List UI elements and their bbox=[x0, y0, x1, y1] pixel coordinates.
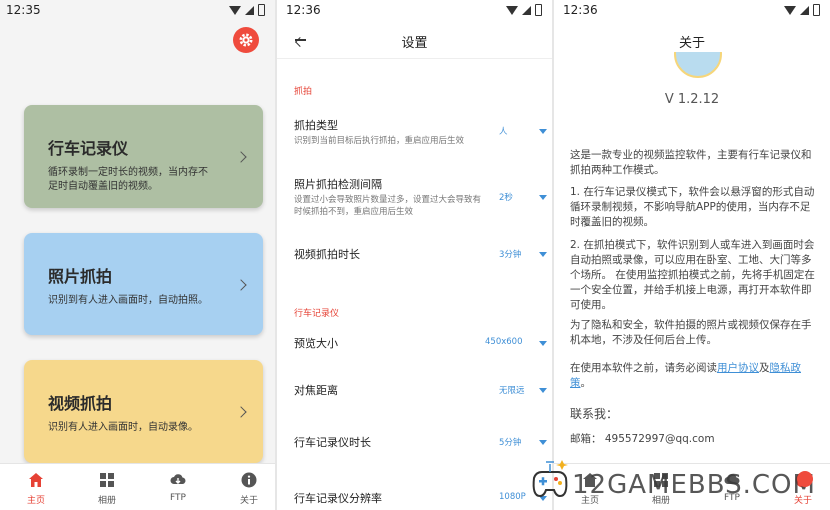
status-time: 12:36 bbox=[286, 3, 321, 17]
card-dashcam[interactable]: 行车记录仪 循环录制一定时长的视频，当内存不足时自动覆盖旧的视频。 bbox=[24, 105, 263, 208]
watermark-text: 12GAMEBBS.COM bbox=[572, 470, 816, 500]
tab-label: 相册 bbox=[97, 496, 116, 506]
info-icon bbox=[241, 472, 257, 488]
card-video-capture[interactable]: 视频抓拍 识别有人进入画面时，自动录像。 bbox=[24, 360, 263, 463]
card-desc: 识别有人进入画面时，自动录像。 bbox=[48, 422, 198, 433]
chevron-right-icon bbox=[235, 151, 247, 163]
page-title: 关于 bbox=[678, 36, 705, 51]
home-screen: 12:35 行车记录仪 循环录制一定时长的视频，当内存不足时自动覆盖旧的视频。 … bbox=[0, 0, 275, 510]
tab-album[interactable]: 相册 bbox=[73, 464, 141, 510]
setting-value: 1080P bbox=[499, 492, 526, 502]
page-title: 设置 bbox=[401, 36, 428, 51]
setting-title: 预览大小 bbox=[294, 337, 338, 350]
setting-subtitle: 设置过小会导致照片数量过多，设置过大会导致有时候抓拍不到，重启应用后生效 bbox=[294, 195, 482, 217]
signal-icon bbox=[800, 5, 809, 15]
tab-label: 主页 bbox=[26, 496, 45, 506]
settings-screen: 12:36 设置 抓拍 抓拍类型 识别到当前目标后执行抓拍，重启应用后生效 人 … bbox=[277, 0, 552, 510]
tab-about[interactable]: 关于 bbox=[215, 464, 275, 510]
contact-label: 联系我： bbox=[570, 407, 619, 421]
setting-value: 2秒 bbox=[499, 193, 513, 203]
dropdown-caret-icon bbox=[539, 129, 547, 134]
setting-value: 人 bbox=[499, 127, 508, 137]
setting-value: 无限远 bbox=[499, 386, 525, 396]
settings-topbar: 设置 bbox=[277, 22, 552, 59]
battery-icon bbox=[535, 4, 542, 16]
settings-gear-button[interactable] bbox=[233, 27, 259, 53]
setting-value: 5分钟 bbox=[499, 438, 522, 448]
card-title: 照片抓拍 bbox=[48, 267, 113, 286]
dropdown-caret-icon bbox=[539, 388, 547, 393]
card-desc: 识别到有人进入画面时，自动拍照。 bbox=[48, 295, 208, 306]
setting-title: 对焦距离 bbox=[294, 384, 338, 397]
tab-ftp[interactable]: FTP bbox=[144, 464, 212, 510]
dropdown-caret-icon bbox=[539, 252, 547, 257]
about-intro: 这是一款专业的视频监控软件，主要有行车记录仪和抓拍两种工作模式。 bbox=[570, 149, 812, 176]
battery-icon bbox=[258, 4, 265, 16]
card-desc: 循环录制一定时长的视频，当内存不足时自动覆盖旧的视频。 bbox=[48, 167, 208, 192]
agreement-suffix: 。 bbox=[580, 377, 592, 389]
dropdown-caret-icon bbox=[539, 195, 547, 200]
status-time: 12:35 bbox=[6, 3, 41, 17]
setting-title: 行车记录仪分辨率 bbox=[294, 492, 382, 505]
chevron-right-icon bbox=[235, 279, 247, 291]
battery-icon bbox=[813, 4, 820, 16]
cloud-download-icon bbox=[170, 474, 186, 485]
contact-email[interactable]: 邮箱： 495572997@qq.com bbox=[570, 431, 715, 446]
app-version: V 1.2.12 bbox=[664, 92, 720, 107]
wifi-icon bbox=[784, 5, 796, 15]
wifi-icon bbox=[506, 5, 518, 15]
section-header-dashcam: 行车记录仪 bbox=[294, 309, 340, 319]
setting-title: 抓拍类型 bbox=[294, 119, 338, 132]
about-screen: 12:36 关于 V 1.2.12 这是一款专业的视频监控软件，主要有行车记录仪… bbox=[554, 0, 830, 510]
app-logo bbox=[674, 52, 722, 78]
dropdown-caret-icon bbox=[539, 440, 547, 445]
grid-icon bbox=[100, 473, 114, 487]
tab-label: FTP bbox=[170, 493, 186, 503]
agreement-and: 及 bbox=[759, 362, 770, 374]
wifi-icon bbox=[229, 5, 241, 15]
card-photo-capture[interactable]: 照片抓拍 识别到有人进入画面时，自动拍照。 bbox=[24, 233, 263, 335]
card-title: 视频抓拍 bbox=[48, 394, 113, 413]
status-bar: 12:35 bbox=[0, 0, 275, 22]
about-privacy: 为了隐私和安全，软件拍摄的照片或视频仅保存在手机本地，不涉及任何后台上传。 bbox=[570, 319, 812, 346]
gear-icon bbox=[239, 33, 253, 47]
setting-title: 照片抓拍检测间隔 bbox=[294, 178, 382, 191]
setting-title: 行车记录仪时长 bbox=[294, 436, 371, 449]
signal-icon bbox=[522, 5, 531, 15]
agreement-prefix: 在使用本软件之前，请务必阅读 bbox=[570, 362, 717, 374]
status-bar: 12:36 bbox=[554, 0, 830, 22]
gamepad-watermark-icon bbox=[532, 460, 568, 498]
section-header-capture: 抓拍 bbox=[294, 87, 313, 97]
about-dashcam-mode: 1. 在行车记录仪模式下，软件会以悬浮窗的形式自动循环录制视频，不影响导航APP… bbox=[570, 186, 815, 228]
about-agreement: 在使用本软件之前，请务必阅读用户协议及隐私政策。 bbox=[570, 361, 820, 391]
tab-label: 关于 bbox=[239, 496, 258, 506]
home-icon bbox=[29, 473, 43, 487]
setting-value: 450x600 bbox=[485, 337, 523, 347]
status-bar: 12:36 bbox=[277, 0, 552, 22]
card-title: 行车记录仪 bbox=[48, 139, 129, 158]
setting-title: 视频抓拍时长 bbox=[294, 248, 360, 261]
bottom-tab-bar: 主页 相册 FTP 关于 bbox=[0, 463, 275, 510]
tab-home[interactable]: 主页 bbox=[2, 464, 70, 510]
chevron-right-icon bbox=[235, 406, 247, 418]
user-agreement-link[interactable]: 用户协议 bbox=[717, 362, 759, 374]
about-capture-mode: 2. 在抓拍模式下，软件识别到人或车进入到画面时会自动拍照或录像，可以应用在卧室… bbox=[570, 239, 815, 311]
setting-value: 3分钟 bbox=[499, 250, 522, 260]
setting-subtitle: 识别到当前目标后执行抓拍，重启应用后生效 bbox=[294, 136, 465, 146]
status-time: 12:36 bbox=[563, 3, 598, 17]
signal-icon bbox=[245, 5, 254, 15]
notification-badge bbox=[797, 471, 813, 487]
dropdown-caret-icon bbox=[539, 341, 547, 346]
